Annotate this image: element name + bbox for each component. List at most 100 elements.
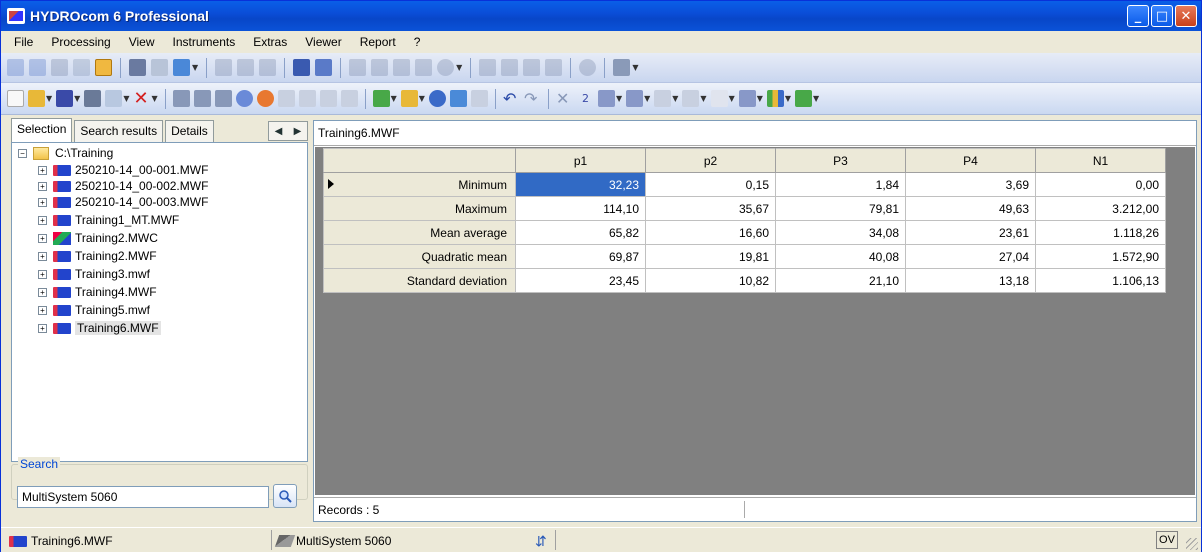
expand-icon[interactable]: + [38, 197, 47, 207]
table-cell[interactable]: 10,82 [645, 268, 776, 293]
row-label[interactable]: Minimum [323, 172, 516, 197]
table-cell[interactable]: 1.572,90 [1035, 244, 1166, 269]
app-icon[interactable] [7, 8, 25, 24]
table-cell[interactable]: 1.118,26 [1035, 220, 1166, 245]
table-cell[interactable]: 3.212,00 [1035, 196, 1166, 221]
column-header[interactable]: P3 [775, 148, 906, 173]
table-icon[interactable] [315, 59, 333, 76]
pen3-icon[interactable] [214, 90, 232, 107]
minus-icon[interactable] [277, 90, 295, 107]
chart2-icon[interactable] [523, 59, 541, 76]
menu-extras[interactable]: Extras [244, 35, 296, 49]
bullet-icon[interactable] [319, 90, 337, 107]
tree-item[interactable]: + Training3.mwf [38, 266, 150, 282]
expand-icon[interactable]: + [38, 287, 47, 297]
column-header[interactable]: p1 [515, 148, 646, 173]
tree-root[interactable]: − C:\Training [18, 145, 113, 161]
chart-icon[interactable] [73, 59, 90, 76]
column-header[interactable]: p2 [645, 148, 776, 173]
list-icon[interactable] [298, 90, 316, 107]
table-cell[interactable]: 19,81 [645, 244, 776, 269]
table-cell[interactable]: 1.106,13 [1035, 268, 1166, 293]
scatter3-icon[interactable] [545, 59, 563, 76]
expand-icon[interactable]: + [38, 215, 47, 225]
row-label[interactable]: Standard deviation [323, 268, 516, 293]
new-icon[interactable] [7, 90, 24, 107]
x-axis-icon[interactable]: ✕ [556, 90, 573, 107]
layout2-icon[interactable] [371, 59, 389, 76]
row-label[interactable]: Quadratic mean [323, 244, 516, 269]
instrument-icon[interactable] [51, 59, 68, 76]
resize-grip[interactable] [1186, 538, 1198, 550]
expand-icon[interactable]: + [38, 269, 47, 279]
copy-icon[interactable] [215, 59, 233, 76]
menu-instruments[interactable]: Instruments [164, 35, 245, 49]
tab-scroll-left-icon[interactable]: ◀ [275, 126, 283, 137]
print-icon[interactable] [84, 90, 102, 107]
page-icon[interactable] [151, 59, 168, 76]
save-icon[interactable] [56, 90, 74, 107]
text-icon[interactable] [237, 59, 255, 76]
maximize-button[interactable]: □ [1151, 5, 1173, 27]
expand-icon[interactable]: + [38, 165, 47, 175]
tree-item[interactable]: + 250210-14_00-003.MWF [38, 194, 208, 210]
search-button[interactable] [273, 484, 297, 508]
layout-icon[interactable] [349, 59, 367, 76]
tools-icon[interactable] [613, 59, 631, 76]
plus-icon[interactable] [437, 59, 455, 76]
delete-icon[interactable]: ✕ [133, 90, 150, 108]
doc-icon[interactable] [340, 90, 358, 107]
scatter2-icon[interactable] [501, 59, 519, 76]
print-icon[interactable] [129, 59, 146, 76]
collapse-icon[interactable]: − [18, 148, 27, 158]
grid-icon[interactable] [654, 90, 672, 107]
table-cell[interactable]: 21,10 [775, 268, 906, 293]
expand-icon[interactable]: + [38, 181, 47, 191]
tree-item[interactable]: + 250210-14_00-001.MWF [38, 162, 208, 178]
column-header[interactable]: N1 [1035, 148, 1166, 173]
row-label[interactable]: Mean average [323, 220, 516, 245]
expand-icon[interactable]: + [38, 305, 47, 315]
globe-icon[interactable] [428, 90, 446, 107]
menu-report[interactable]: Report [351, 35, 405, 49]
table-cell[interactable]: 1,84 [775, 172, 906, 197]
table-cell[interactable]: 0,00 [1035, 172, 1166, 197]
window-icon[interactable] [393, 59, 411, 76]
gear-icon[interactable] [259, 59, 277, 76]
tree-item-selected[interactable]: + Training6.MWF [38, 320, 161, 336]
table-cell[interactable]: 16,60 [645, 220, 776, 245]
close-button[interactable]: ✕ [1175, 5, 1197, 27]
import-icon[interactable] [449, 90, 467, 107]
scatter-icon[interactable] [479, 59, 497, 76]
table-cell[interactable]: 114,10 [515, 196, 646, 221]
table-cell[interactable]: 65,82 [515, 220, 646, 245]
graph2-icon[interactable] [626, 90, 644, 107]
tree-item[interactable]: + Training2.MWC [38, 230, 158, 246]
expand-icon[interactable]: + [38, 251, 47, 261]
table-cell[interactable]: 35,67 [645, 196, 776, 221]
table-cell[interactable]: 27,04 [905, 244, 1036, 269]
table2-icon[interactable] [682, 90, 700, 107]
export-icon[interactable] [173, 59, 190, 76]
pen-icon[interactable] [172, 90, 190, 107]
table-cell[interactable]: 69,87 [515, 244, 646, 269]
tree-item[interactable]: + Training5.mwf [38, 302, 150, 318]
table-cell[interactable]: 13,18 [905, 268, 1036, 293]
tab-scroll-right-icon[interactable]: ▶ [294, 126, 302, 137]
expand-icon[interactable]: + [38, 233, 47, 243]
table-cell[interactable]: 49,63 [905, 196, 1036, 221]
pen2-icon[interactable] [193, 90, 211, 107]
two-icon[interactable]: 2 [577, 90, 594, 107]
graph-icon[interactable] [597, 90, 615, 107]
tab-search-results[interactable]: Search results [74, 120, 164, 142]
table-cell[interactable]: 40,08 [775, 244, 906, 269]
tree-item[interactable]: + Training1_MT.MWF [38, 212, 179, 228]
row-label[interactable]: Maximum [323, 196, 516, 221]
menu-help[interactable]: ? [405, 35, 430, 49]
undo-icon[interactable]: ↶ [503, 90, 520, 107]
tab-selection[interactable]: Selection [11, 118, 73, 142]
column-header[interactable]: P4 [905, 148, 1036, 173]
connect-icon[interactable] [7, 59, 24, 76]
filter-icon[interactable] [256, 90, 274, 107]
open-icon[interactable] [28, 90, 45, 107]
